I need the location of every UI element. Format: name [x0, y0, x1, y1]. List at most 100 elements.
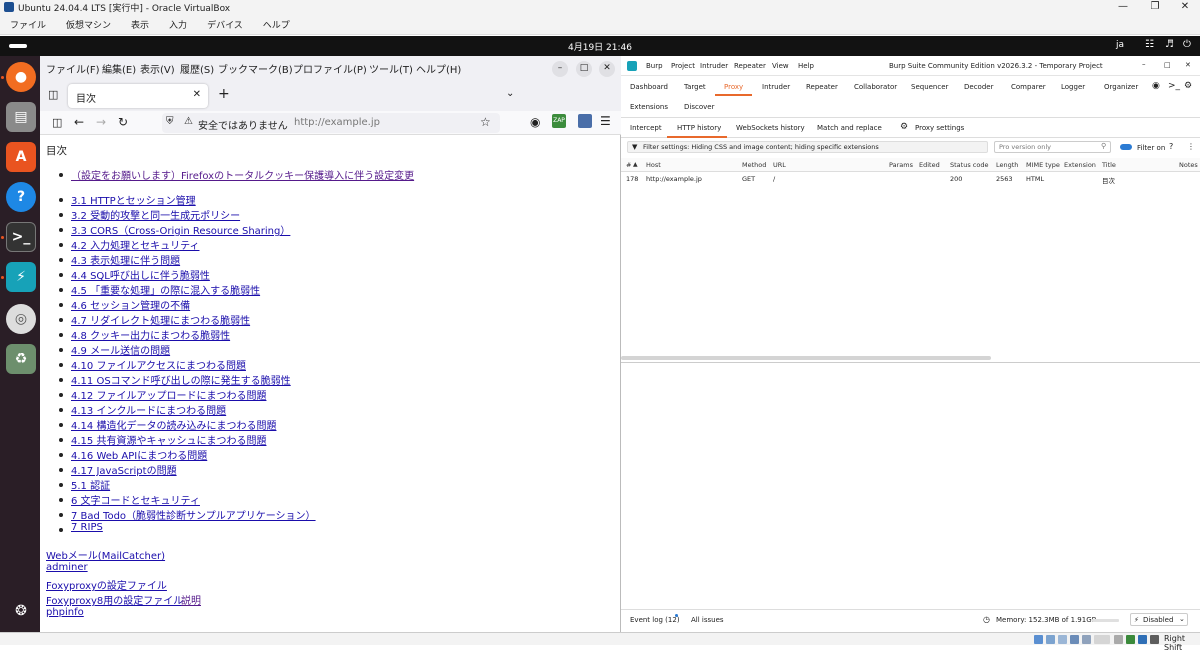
toc-link[interactable]: 4.15 共有資源やキャッシュにまつわる問題 [71, 432, 266, 447]
all-issues-button[interactable]: All issues [691, 616, 724, 624]
toc-link[interactable]: 7 RIPS [71, 522, 103, 533]
toc-link[interactable]: 3.3 CORS（Cross-Origin Resource Sharing） [71, 222, 290, 237]
ff-menu-view[interactable]: 表示(V) [140, 61, 175, 76]
col-url[interactable]: URL [773, 161, 786, 169]
toc-link[interactable]: 4.14 構造化データの読み込みにまつわる問題 [71, 417, 276, 432]
burp-menu-project[interactable]: Project [671, 62, 695, 70]
tab-dashboard[interactable]: Dashboard [630, 83, 668, 91]
cookie-settings-link[interactable]: （設定をお願いします）Firefoxのトータルクッキー保護導入に伴う設定変更 [71, 167, 414, 182]
ff-menu-profile[interactable]: プロファイル(P) [293, 61, 367, 76]
vbox-menu-machine[interactable]: 仮想マシン [56, 18, 121, 31]
tab-sequencer[interactable]: Sequencer [911, 83, 948, 91]
tab-discover[interactable]: Discover [684, 103, 714, 111]
toc-link[interactable]: 6 文字コードとセキュリティ [71, 492, 200, 507]
toc-link[interactable]: 4.17 JavaScriptの問題 [71, 462, 177, 477]
tab-proxy[interactable]: Proxy [724, 83, 743, 91]
sort-ascending-icon[interactable]: ▲ [633, 161, 638, 168]
ff-menu-file[interactable]: ファイル(F) [46, 61, 100, 76]
col-extension[interactable]: Extension [1064, 161, 1096, 169]
search-input[interactable]: Pro version only ⚲ [994, 141, 1111, 153]
col-params[interactable]: Params [889, 161, 913, 169]
toc-link[interactable]: 4.9 メール送信の問題 [71, 342, 170, 357]
toc-link[interactable]: 4.7 リダイレクト処理にまつわる脆弱性 [71, 312, 250, 327]
col-length[interactable]: Length [996, 161, 1018, 169]
subtab-websockets-history[interactable]: WebSockets history [736, 124, 805, 132]
col-edited[interactable]: Edited [919, 161, 940, 169]
close-tab-icon[interactable]: ✕ [193, 89, 201, 100]
account-icon[interactable]: ◉ [530, 115, 540, 129]
terminal-icon[interactable]: >_ [6, 222, 36, 252]
minimize-icon[interactable]: – [1142, 60, 1146, 68]
more-options-icon[interactable]: ⋮ [1187, 142, 1195, 151]
col-method[interactable]: Method [742, 161, 766, 169]
help-icon[interactable]: ? [6, 182, 36, 212]
chevron-down-icon[interactable]: ⌄ [506, 88, 514, 99]
display-icon[interactable] [1114, 635, 1123, 644]
trash-icon[interactable]: ♻ [6, 344, 36, 374]
toc-link[interactable]: 7 Bad Todo（脆弱性診断サンプルアプリケーション） [71, 507, 316, 522]
col-host[interactable]: Host [646, 161, 661, 169]
foxyproxy-config-link[interactable]: Foxyproxyの設定ファイル [46, 577, 167, 592]
ff-menu-help[interactable]: ヘルプ(H) [416, 61, 461, 76]
proxy-settings-button[interactable]: Proxy settings [915, 124, 964, 132]
toc-link[interactable]: 4.2 入力処理とセキュリティ [71, 237, 199, 252]
filter-toggle[interactable] [1120, 144, 1132, 150]
filter-bar[interactable]: ▼ Filter settings: Hiding CSS and image … [627, 141, 988, 153]
tab-logger[interactable]: Logger [1061, 83, 1085, 91]
terminal-icon[interactable]: >_ [1168, 81, 1180, 91]
burp-menu-view[interactable]: View [772, 62, 789, 70]
power-icon[interactable]: ⏻ [1183, 39, 1191, 50]
recording-icon[interactable] [1126, 635, 1135, 644]
ff-menu-bookmarks[interactable]: ブックマーク(B) [218, 61, 293, 76]
toc-link[interactable]: 5.1 認証 [71, 477, 110, 492]
horizontal-scrollbar[interactable] [621, 356, 991, 360]
vbox-menu-view[interactable]: 表示 [121, 18, 159, 31]
vbox-menu-input[interactable]: 入力 [159, 18, 197, 31]
shield-icon[interactable]: ⛨ [166, 116, 174, 127]
maximize-icon[interactable]: □ [1164, 61, 1171, 69]
tab-list-icon[interactable]: ◫ [48, 88, 58, 101]
menu-icon[interactable]: ☰ [600, 114, 611, 128]
col-num[interactable]: # [626, 161, 631, 169]
restore-icon[interactable]: ❐ [1140, 0, 1170, 15]
description-link[interactable]: 説明 [181, 592, 201, 607]
vbox-menu-file[interactable]: ファイル [0, 18, 56, 31]
zap-extension-icon[interactable]: ZAP [552, 114, 566, 128]
close-icon[interactable]: ✕ [1185, 61, 1191, 69]
settings-gear-icon[interactable]: ⚙ [900, 122, 908, 132]
tab-organizer[interactable]: Organizer [1104, 83, 1138, 91]
mouse-integration-icon[interactable] [1150, 635, 1159, 644]
col-status[interactable]: Status code [950, 161, 988, 169]
cpu-icon[interactable] [1138, 635, 1147, 644]
maximize-icon[interactable]: □ [576, 61, 592, 77]
col-notes[interactable]: Notes [1179, 161, 1198, 169]
burp-menu-repeater[interactable]: Repeater [734, 62, 766, 70]
volume-icon[interactable]: ♬ [1165, 39, 1174, 50]
capture-mode-select[interactable]: ⚡ Disabled ⌄ [1130, 613, 1188, 626]
tab-repeater[interactable]: Repeater [806, 83, 838, 91]
files-icon[interactable]: ▤ [6, 102, 36, 132]
audio-icon[interactable] [1058, 635, 1067, 644]
close-icon[interactable]: ✕ [599, 61, 615, 77]
tab-intruder[interactable]: Intruder [762, 83, 790, 91]
burp-menu-intruder[interactable]: Intruder [700, 62, 728, 70]
burp-menu-burp[interactable]: Burp [646, 62, 663, 70]
reload-icon[interactable]: ↻ [118, 115, 128, 129]
ff-menu-edit[interactable]: 編集(E) [102, 61, 136, 76]
close-icon[interactable]: ✕ [1170, 0, 1200, 15]
toc-link[interactable]: 4.11 OSコマンド呼び出しの際に発生する脆弱性 [71, 372, 291, 387]
back-icon[interactable]: ← [74, 115, 84, 129]
subtab-match-replace[interactable]: Match and replace [817, 124, 882, 132]
toc-link[interactable]: 4.6 セッション管理の不備 [71, 297, 190, 312]
clock[interactable]: 4月19日 21:46 [0, 40, 1200, 53]
toc-link[interactable]: 4.3 表示処理に伴う問題 [71, 252, 180, 267]
show-apps-icon[interactable]: ❂ [6, 596, 36, 626]
col-title[interactable]: Title [1102, 161, 1116, 169]
tab-comparer[interactable]: Comparer [1011, 83, 1046, 91]
url-text[interactable]: http://example.jp [294, 117, 380, 128]
foxyproxy-icon[interactable] [578, 114, 592, 128]
burp-menu-help[interactable]: Help [798, 62, 814, 70]
network-adapter-icon[interactable] [1070, 635, 1079, 644]
bookmark-star-icon[interactable]: ☆ [480, 115, 491, 129]
tab-collaborator[interactable]: Collaborator [854, 83, 897, 91]
